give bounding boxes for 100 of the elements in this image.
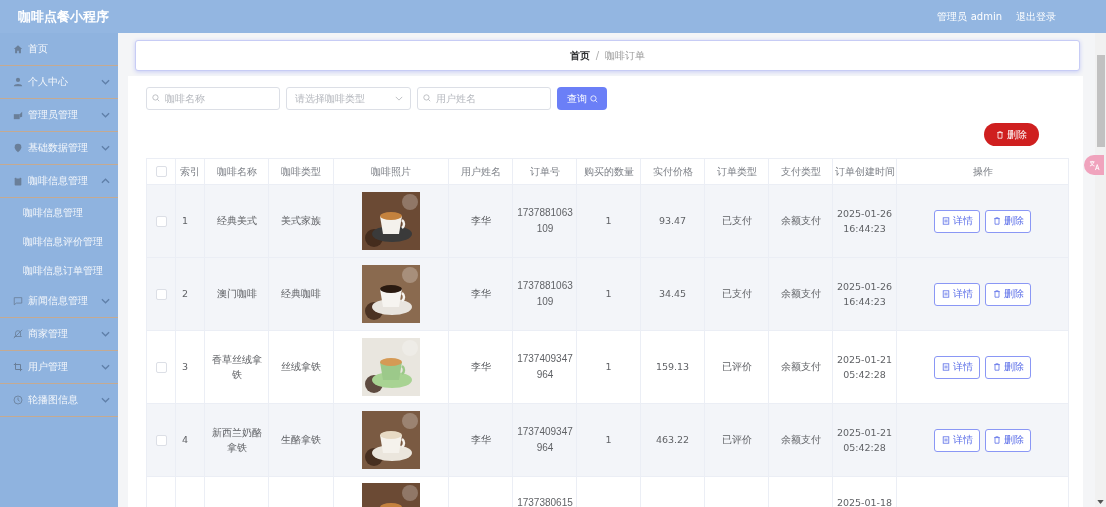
pin-icon: [13, 143, 23, 153]
bell-icon: [13, 329, 23, 339]
document-icon: [941, 363, 950, 371]
translate-icon: [1088, 159, 1100, 171]
table-cell-text: 经典咖啡: [281, 287, 321, 302]
column-header: 购买的数量: [576, 158, 641, 185]
scrollbar-thumb[interactable]: [1097, 55, 1105, 147]
search-icon: [589, 94, 598, 103]
table-cell-text: 经典美式: [216, 214, 257, 229]
column-header: 订单创建时间: [832, 158, 897, 185]
table-cell-text: 1737409347964: [516, 425, 574, 455]
caret-icon: [395, 96, 403, 101]
column-header: 订单类型: [704, 158, 769, 185]
table-row[interactable]: 3 香草丝绒拿铁 丝绒拿铁 李华 1737409347964 1 159.13 已评价 余额支付 2025-01-21 05:42:28 详情 删除: [146, 330, 1069, 404]
scroll-down-icon[interactable]: [1097, 500, 1104, 504]
table-cell-text: 已支付: [721, 287, 752, 302]
user-label: 管理员 admin: [937, 9, 1002, 24]
table-cell-text: 1737881063109: [516, 279, 574, 309]
breadcrumb-link[interactable]: 咖啡订单: [605, 48, 646, 63]
table-cell-text: 1: [182, 214, 189, 229]
table-cell-text: 463.22: [655, 433, 690, 448]
table-cell-text: 美式家族: [281, 214, 321, 229]
table-cell-text: 李华: [470, 287, 491, 302]
table-cell-text: 李华: [470, 433, 491, 448]
crop-icon: [13, 362, 23, 372]
table-cell-text: 2025-01-21 05:42:28: [836, 352, 893, 382]
details-button[interactable]: 详情: [934, 282, 980, 306]
clock-icon: [13, 395, 23, 405]
details-button[interactable]: 详情: [934, 209, 980, 233]
trash-icon: [992, 363, 1001, 371]
table-cell-text: 新西兰奶酪拿铁: [210, 425, 263, 455]
table-cell-text: 2025-01-26 16:44:23: [836, 206, 893, 236]
table-cell-text: 2025-01-18: [836, 496, 893, 507]
column-header: 操作: [896, 158, 1069, 185]
document-icon: [941, 290, 950, 298]
column-header: 用户姓名: [448, 158, 513, 185]
table-cell-text: 李华: [470, 360, 491, 375]
table-row[interactable]: 4 新西兰奶酪拿铁 生酪拿铁 李华 1737409347964 1 463.22 已评价 余额支付 2025-01-21 05:42:28 详情 删除: [146, 403, 1069, 477]
checkbox[interactable]: [155, 166, 167, 178]
delete-button[interactable]: 删除: [985, 428, 1031, 452]
delete-button[interactable]: 删除: [985, 209, 1031, 233]
table-cell-text: 34.45: [658, 287, 687, 302]
search-icon: [423, 94, 431, 102]
delete-button[interactable]: 删除: [985, 355, 1031, 379]
clipboard-icon: [13, 176, 23, 186]
table-cell-text: 余额支付: [780, 214, 821, 229]
select-field[interactable]: 请选择咖啡类型: [286, 87, 411, 110]
checkbox[interactable]: [155, 435, 167, 446]
table-cell-text: 1737881063109: [516, 206, 574, 236]
table-cell-text: 2: [182, 287, 189, 302]
table-cell-text: 1737409347964: [516, 352, 574, 382]
table-cell-text: 余额支付: [780, 287, 821, 302]
details-button[interactable]: 详情: [934, 428, 980, 452]
trash-icon: [992, 290, 1001, 298]
table-cell-text: 余额支付: [780, 433, 821, 448]
translate-button[interactable]: [1084, 155, 1104, 175]
table-cell-text: 丝绒拿铁: [281, 360, 321, 375]
table-cell-text: 1: [605, 214, 612, 229]
search-field[interactable]: 咖啡名称: [146, 87, 280, 110]
app-title: 咖啡点餐小程序: [18, 7, 109, 26]
column-header: 支付类型: [768, 158, 833, 185]
trash-icon: [992, 217, 1001, 225]
table-row[interactable]: 1 经典美式 美式家族 李华 1737881063109 1 93.47 已支付 余额支付 2025-01-26 16:44:23 详情 删除: [146, 184, 1069, 258]
person-icon: [13, 77, 23, 87]
checkbox[interactable]: [155, 289, 167, 300]
checkbox[interactable]: [155, 362, 167, 373]
table-cell-text: 余额支付: [780, 360, 821, 375]
details-button[interactable]: 详情: [934, 355, 980, 379]
table-cell-text: 1: [605, 360, 612, 375]
column-header: 咖啡类型: [268, 158, 334, 185]
search-icon: [152, 94, 160, 102]
table-row[interactable]: 1737380615 2025-01-18: [146, 476, 1069, 507]
breadcrumb-separator: /: [595, 50, 600, 61]
table-cell-text: 已支付: [721, 214, 752, 229]
table-cell-text: 3: [182, 360, 189, 375]
table-cell-text: 李华: [470, 214, 491, 229]
table-cell-text: 1737380615: [516, 496, 574, 507]
breadcrumb-link[interactable]: 首页: [569, 48, 590, 63]
table-cell-text: 1: [605, 433, 612, 448]
document-icon: [941, 436, 950, 444]
table-cell-text: 已评价: [721, 360, 752, 375]
search-button[interactable]: 查询: [557, 87, 607, 110]
briefcase-icon: [13, 110, 23, 120]
delete-button[interactable]: 删除: [985, 282, 1031, 306]
table-cell-text: 香草丝绒拿铁: [210, 352, 263, 382]
table-row[interactable]: 2 澳门咖啡 经典咖啡 李华 1737881063109 1 34.45 已支付 余额支付 2025-01-26 16:44:23 详情 删除: [146, 257, 1069, 331]
table-cell-text: 2025-01-26 16:44:23: [836, 279, 893, 309]
scrollbar[interactable]: [1095, 33, 1106, 507]
search-field[interactable]: 用户姓名: [417, 87, 551, 110]
checkbox[interactable]: [155, 216, 167, 227]
table-cell-text: 159.13: [655, 360, 690, 375]
table-cell-text: 93.47: [658, 214, 687, 229]
column-header: 实付价格: [640, 158, 705, 185]
table-cell-text: 4: [182, 433, 189, 448]
table-cell-text: 1: [605, 287, 612, 302]
home-icon: [13, 44, 23, 54]
trash-icon: [992, 436, 1001, 444]
delete-button[interactable]: 删除: [984, 123, 1039, 146]
document-icon: [941, 217, 950, 225]
column-header: 咖啡照片: [333, 158, 449, 185]
